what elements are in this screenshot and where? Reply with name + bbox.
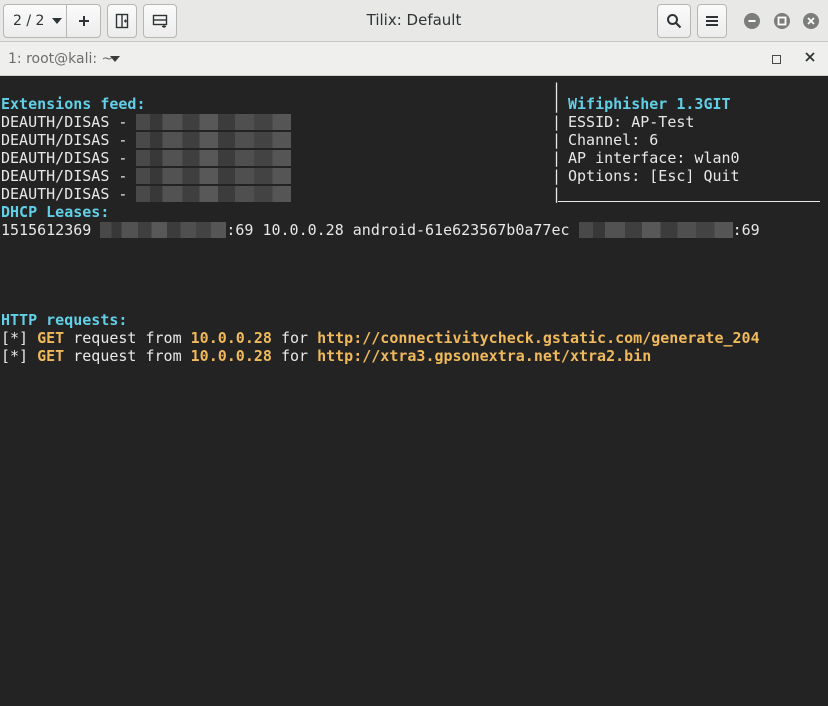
request-for: for — [280, 329, 309, 347]
redacted-mac — [136, 168, 292, 184]
hamburger-icon — [706, 16, 718, 26]
terminal-tab-bar: 1: root@kali: ~ — [0, 42, 828, 76]
extensions-feed-heading: Extensions feed: — [1, 95, 146, 113]
mac-suffix: :69 — [226, 221, 254, 239]
separator: | — [552, 95, 562, 113]
deauth-label: DEAUTH/DISAS - — [1, 185, 128, 203]
plus-icon — [78, 16, 89, 26]
close-button[interactable] — [803, 13, 819, 29]
session-switcher: 2 / 2 — [3, 4, 101, 38]
request-ip: 10.0.0.28 — [190, 347, 272, 365]
deauth-label: DEAUTH/DISAS - — [1, 167, 128, 185]
request-method: GET — [37, 329, 65, 347]
maximize-icon — [777, 16, 787, 26]
redacted-mac — [100, 222, 227, 238]
deauth-row: DEAUTH/DISAS - — [1, 149, 292, 167]
redacted-mac — [136, 186, 292, 202]
deauth-row: DEAUTH/DISAS - — [1, 113, 292, 131]
chevron-down-icon[interactable] — [110, 56, 120, 62]
maximize-button[interactable] — [774, 13, 790, 29]
lease-ip: 10.0.0.28 — [262, 221, 344, 239]
essid-line: ESSID: AP-Test — [568, 113, 695, 131]
request-method: GET — [37, 347, 65, 365]
separator: | — [552, 113, 562, 131]
separator: | — [552, 131, 562, 149]
terminal-maximize-icon[interactable] — [772, 55, 781, 64]
http-request-row: [*] GET request from 10.0.0.28 for http:… — [1, 347, 651, 365]
search-icon — [667, 14, 682, 29]
session-selector[interactable]: 2 / 2 — [3, 4, 67, 38]
split-horizontal-icon — [115, 13, 129, 29]
terminal-close-icon[interactable] — [804, 51, 816, 63]
deauth-row: DEAUTH/DISAS - — [1, 185, 292, 203]
titlebar: 2 / 2 Tilix: Default — [0, 0, 828, 42]
wifiphisher-title: Wifiphisher 1.3GIT — [568, 95, 731, 113]
lease-hostname: android-61e623567b0a77ec — [352, 221, 570, 239]
deauth-row: DEAUTH/DISAS - — [1, 167, 292, 185]
request-ip: 10.0.0.28 — [190, 329, 272, 347]
deauth-row: DEAUTH/DISAS - — [1, 131, 292, 149]
window-title: Tilix: Default — [366, 11, 462, 29]
split-vertical-icon — [152, 14, 168, 28]
request-text: request from — [73, 329, 182, 347]
request-for: for — [280, 347, 309, 365]
request-url: http://xtra3.gpsonextra.net/xtra2.bin — [317, 347, 652, 365]
separator: | — [552, 167, 562, 185]
terminal-title[interactable]: 1: root@kali: ~ — [8, 51, 113, 67]
request-text: request from — [73, 347, 182, 365]
deauth-label: DEAUTH/DISAS - — [1, 113, 128, 131]
chevron-down-icon — [52, 18, 63, 24]
request-url: http://connectivitycheck.gstatic.com/gen… — [317, 329, 760, 347]
session-selector-label: 2 / 2 — [13, 13, 45, 29]
deauth-label: DEAUTH/DISAS - — [1, 149, 128, 167]
separator: | — [552, 149, 562, 167]
minimize-icon — [748, 20, 756, 22]
terminal-output[interactable]: | Extensions feed: | Wifiphisher 1.3GIT … — [0, 76, 828, 426]
ap-interface-line: AP interface: wlan0 — [568, 149, 740, 167]
split-right-button[interactable] — [107, 4, 137, 38]
info-box-underline — [558, 201, 820, 202]
mac-suffix: :69 — [732, 221, 760, 239]
redacted-mac — [136, 132, 292, 148]
split-down-button[interactable] — [143, 4, 177, 38]
redacted-mac — [578, 222, 733, 238]
redacted-mac — [136, 114, 292, 130]
deauth-label: DEAUTH/DISAS - — [1, 131, 128, 149]
search-button[interactable] — [657, 4, 691, 38]
dhcp-lease-row: 1515612369 :69 10.0.0.28 android-61e6235… — [1, 221, 760, 239]
request-marker: [*] — [1, 329, 29, 347]
options-line: Options: [Esc] Quit — [568, 167, 740, 185]
request-marker: [*] — [1, 347, 29, 365]
http-requests-heading: HTTP requests: — [1, 311, 128, 329]
channel-line: Channel: 6 — [568, 131, 659, 149]
menu-button[interactable] — [697, 4, 727, 38]
add-session-button[interactable] — [66, 4, 101, 38]
http-request-row: [*] GET request from 10.0.0.28 for http:… — [1, 329, 760, 347]
lease-timestamp: 1515612369 — [1, 221, 92, 239]
dhcp-leases-heading: DHCP Leases: — [1, 203, 110, 221]
close-icon — [807, 17, 815, 25]
minimize-button[interactable] — [744, 13, 760, 29]
redacted-mac — [136, 150, 292, 166]
